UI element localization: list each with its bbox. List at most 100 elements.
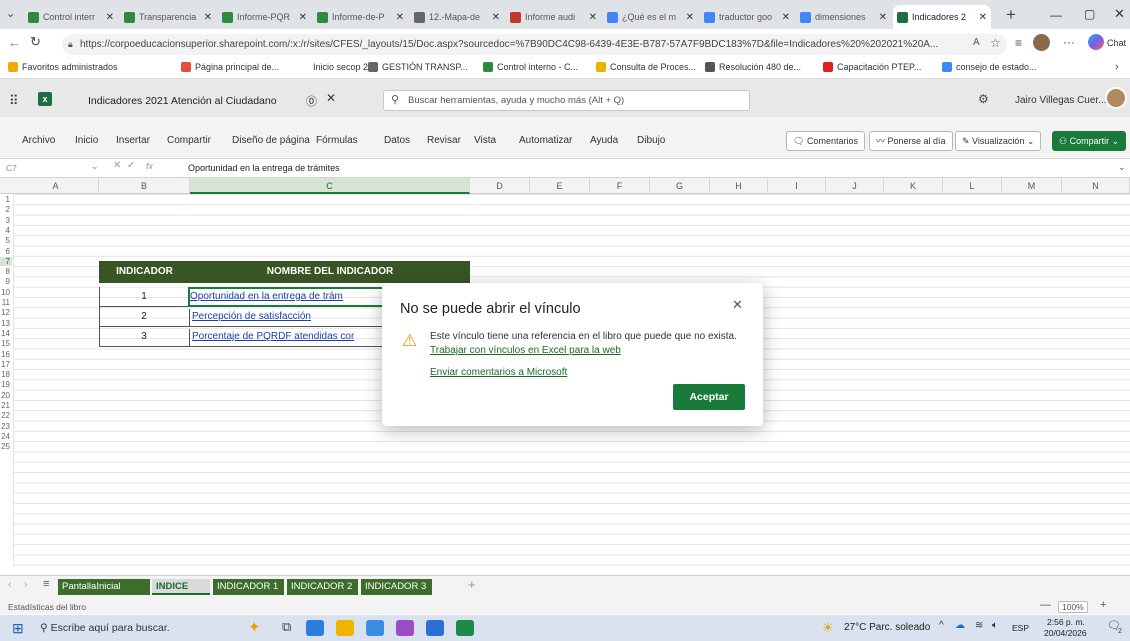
row-header[interactable]: 11: [0, 298, 12, 307]
view-mode-button[interactable]: ✎ Visualización ⌄: [955, 131, 1042, 151]
browser-tab[interactable]: Informe audi ✕: [506, 5, 601, 29]
ribbon-tab-insertar[interactable]: Insertar: [116, 135, 150, 146]
close-window-button[interactable]: ✕: [1114, 6, 1125, 22]
comments-button[interactable]: 🗨︎ Comentarios: [786, 131, 865, 151]
chat-label[interactable]: Chat: [1107, 38, 1126, 48]
row-header[interactable]: 21: [0, 401, 12, 410]
row-header[interactable]: 4: [0, 226, 12, 235]
column-header-l[interactable]: L: [943, 178, 1002, 194]
indicator-number-cell[interactable]: 3: [99, 329, 190, 347]
add-sheet-button[interactable]: +: [468, 577, 476, 592]
tab-search-icon[interactable]: ⌄: [6, 7, 15, 20]
user-avatar[interactable]: [1105, 87, 1127, 109]
next-sheet-icon[interactable]: ›: [24, 579, 27, 590]
clock-time[interactable]: 2:56 p. m.: [1047, 617, 1085, 627]
row-header[interactable]: 22: [0, 411, 12, 420]
browser-tab[interactable]: ¿Qué es el m ✕: [603, 5, 698, 29]
row-header[interactable]: 16: [0, 350, 12, 359]
favorite-star-icon[interactable]: ☆: [990, 36, 1001, 50]
bookmark-item[interactable]: Capacitación PTEP...: [823, 62, 921, 72]
browser-tab[interactable]: Transparencia ✕: [120, 5, 216, 29]
weather-text[interactable]: 27°C Parc. soleado: [844, 622, 930, 633]
ribbon-tab-ayuda[interactable]: Ayuda: [590, 135, 618, 146]
zoom-out-icon[interactable]: —: [1040, 599, 1051, 611]
column-header-f[interactable]: F: [590, 178, 650, 194]
feedback-link[interactable]: Enviar comentarios a Microsoft: [430, 367, 567, 378]
favorites-list-icon[interactable]: ≡: [1015, 36, 1022, 50]
wifi-icon[interactable]: ≋: [975, 620, 983, 631]
edge-app-icon[interactable]: [306, 620, 324, 636]
insert-function-icon[interactable]: fx: [146, 161, 153, 171]
name-box-dropdown-icon[interactable]: ⌄: [91, 161, 99, 172]
bookmark-item[interactable]: Favoritos administrados: [8, 62, 118, 72]
row-header[interactable]: 12: [0, 308, 12, 317]
indicator-number-cell[interactable]: 1: [99, 289, 190, 307]
sensitivity-icon[interactable]: ⓪: [306, 93, 317, 109]
sheet-tab[interactable]: INDICE: [152, 579, 210, 595]
ribbon-tab-automatizar[interactable]: Automatizar: [519, 135, 572, 146]
bookmark-item[interactable]: Control interno - C...: [483, 62, 578, 72]
ribbon-tab-compartir[interactable]: Compartir: [167, 135, 211, 146]
close-tab-icon[interactable]: ✕: [683, 12, 694, 23]
teams-icon[interactable]: [396, 620, 414, 636]
reload-icon[interactable]: ↻: [30, 34, 41, 50]
ribbon-tab-revisar[interactable]: Revisar: [427, 135, 461, 146]
row-header[interactable]: 19: [0, 380, 12, 389]
user-name[interactable]: Jairo Villegas Cuer...: [1015, 95, 1107, 106]
store-icon[interactable]: [366, 620, 384, 636]
row-header[interactable]: 15: [0, 339, 12, 348]
close-tab-icon[interactable]: ✕: [489, 12, 500, 23]
ribbon-tab-fórmulas[interactable]: Fórmulas: [316, 135, 358, 146]
row-header[interactable]: 6: [0, 247, 12, 256]
zoom-in-icon[interactable]: +: [1100, 599, 1106, 611]
catch-up-button[interactable]: 〰 Ponerse al día: [869, 131, 953, 151]
row-header[interactable]: 24: [0, 432, 12, 441]
close-tab-icon[interactable]: ✕: [201, 12, 212, 23]
task-view-icon[interactable]: ⧉: [282, 619, 291, 635]
column-header-d[interactable]: D: [470, 178, 530, 194]
app-launcher-icon[interactable]: ⠿: [9, 93, 19, 109]
search-input[interactable]: ⚲ Buscar herramientas, ayuda y mucho más…: [383, 90, 750, 111]
column-header-k[interactable]: K: [884, 178, 943, 194]
bookmark-item[interactable]: Inicio secop 2: [299, 62, 368, 72]
back-icon[interactable]: ←: [8, 35, 21, 50]
browser-tab[interactable]: Informe-PQR ✕: [218, 5, 311, 29]
ribbon-tab-dibujo[interactable]: Dibujo: [637, 135, 665, 146]
ribbon-tab-diseño-de-página[interactable]: Diseño de página: [232, 135, 310, 146]
document-title[interactable]: Indicadores 2021 Atención al Ciudadano: [88, 95, 277, 107]
row-header[interactable]: 14: [0, 329, 12, 338]
column-header-a[interactable]: A: [13, 178, 99, 194]
onedrive-icon[interactable]: ☁: [955, 620, 965, 631]
close-tab-icon[interactable]: ✕: [296, 12, 307, 23]
column-header-c[interactable]: C: [190, 178, 470, 194]
header-indicator[interactable]: INDICADOR: [99, 264, 190, 280]
close-tab-icon[interactable]: ✕: [976, 12, 987, 23]
column-header-g[interactable]: G: [650, 178, 710, 194]
sheet-tab[interactable]: PantallaInicial: [58, 579, 150, 595]
more-options-icon[interactable]: ···: [1063, 35, 1075, 49]
read-aloud-icon[interactable]: A: [973, 37, 980, 48]
row-header[interactable]: 5: [0, 236, 12, 245]
accept-button[interactable]: Aceptar: [673, 384, 745, 410]
browser-tab[interactable]: traductor goo ✕: [700, 5, 794, 29]
bookmark-item[interactable]: Resolución 480 de...: [705, 62, 801, 72]
column-header-i[interactable]: I: [768, 178, 826, 194]
settings-gear-icon[interactable]: ⚙: [978, 92, 989, 106]
expand-formula-icon[interactable]: ⌄: [1118, 162, 1126, 173]
bookmark-item[interactable]: GESTIÓN TRANSP...: [368, 62, 468, 72]
copilot-icon[interactable]: [1088, 34, 1104, 50]
taskbar-search[interactable]: ⚲ Escribe aquí para buscar.: [40, 619, 230, 637]
ribbon-tab-inicio[interactable]: Inicio: [75, 135, 98, 146]
url-input[interactable]: 🔒︎ https://corpoeducacionsuperior.sharep…: [62, 34, 1007, 55]
dialog-close-icon[interactable]: ✕: [732, 297, 743, 313]
column-header-n[interactable]: N: [1062, 178, 1130, 194]
bookmark-item[interactable]: Consulta de Proces...: [596, 62, 696, 72]
profile-avatar[interactable]: [1033, 34, 1050, 51]
row-header[interactable]: 18: [0, 370, 12, 379]
bookmark-item[interactable]: Página principal de...: [181, 62, 279, 72]
close-tab-icon[interactable]: ✕: [586, 12, 597, 23]
row-header[interactable]: 9: [0, 277, 12, 286]
row-header[interactable]: 2: [0, 205, 12, 214]
row-header[interactable]: 8: [0, 267, 12, 276]
column-header-b[interactable]: B: [99, 178, 190, 194]
